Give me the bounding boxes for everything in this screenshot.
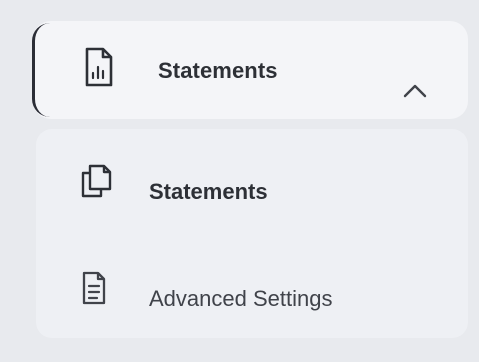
statements-header-label: Statements xyxy=(158,58,278,83)
submenu-item-label: Statements xyxy=(149,179,268,204)
statements-menu-header[interactable]: Statements xyxy=(32,21,468,119)
submenu-item-advanced-settings[interactable]: Advanced Settings xyxy=(36,246,468,326)
chevron-up-icon[interactable] xyxy=(403,82,427,98)
submenu-item-label: Advanced Settings xyxy=(149,286,333,311)
document-lines-icon xyxy=(79,270,109,311)
statements-submenu: Statements Advanced Settings xyxy=(36,129,468,338)
statements-nav-group: Statements Statements Advanced Settings xyxy=(0,0,479,362)
submenu-item-statements[interactable]: Statements xyxy=(36,139,468,219)
document-chart-icon xyxy=(83,47,113,87)
copy-document-icon xyxy=(79,163,113,204)
